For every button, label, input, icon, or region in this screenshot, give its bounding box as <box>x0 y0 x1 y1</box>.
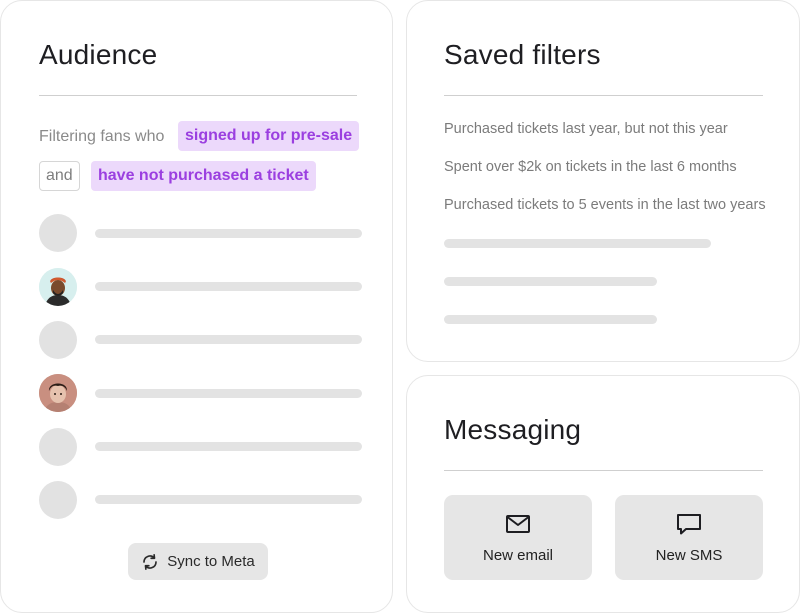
audience-divider <box>39 95 357 96</box>
avatar-placeholder <box>39 214 77 252</box>
skeleton-line <box>95 335 362 344</box>
skeleton-line <box>95 495 362 504</box>
saved-filter-item[interactable]: Purchased tickets last year, but not thi… <box>444 121 728 137</box>
skeleton-line <box>444 239 711 248</box>
messaging-card: Messaging New email New SMS <box>406 375 800 613</box>
messaging-title: Messaging <box>444 414 582 445</box>
audience-title: Audience <box>39 39 158 70</box>
audience-card: Audience Filtering fans who signed up fo… <box>0 0 393 613</box>
new-email-button[interactable]: New email <box>444 495 592 580</box>
avatar-placeholder <box>39 321 77 359</box>
sync-button-label: Sync to Meta <box>167 553 255 570</box>
sync-to-meta-button[interactable]: Sync to Meta <box>128 543 268 580</box>
saved-filters-divider <box>444 95 763 96</box>
skeleton-line <box>95 282 362 291</box>
skeleton-line <box>444 277 657 286</box>
saved-filter-item[interactable]: Spent over $2k on tickets in the last 6 … <box>444 159 737 175</box>
new-sms-label: New SMS <box>655 547 723 564</box>
skeleton-line <box>444 315 657 324</box>
avatar-photo <box>39 374 77 412</box>
saved-filter-item[interactable]: Purchased tickets to 5 events in the las… <box>444 197 766 213</box>
avatar <box>39 374 77 412</box>
chat-bubble-icon <box>677 514 701 535</box>
saved-filters-title: Saved filters <box>444 39 601 70</box>
avatar <box>39 268 77 306</box>
mail-icon <box>506 515 530 533</box>
filter-chip-not-purchased[interactable]: have not purchased a ticket <box>91 161 316 191</box>
messaging-divider <box>444 470 763 471</box>
conjunction-and[interactable]: and <box>39 161 80 191</box>
skeleton-line <box>95 389 362 398</box>
filter-chip-presale[interactable]: signed up for pre-sale <box>178 121 360 151</box>
new-sms-button[interactable]: New SMS <box>615 495 763 580</box>
saved-filters-card: Saved filters Purchased tickets last yea… <box>406 0 800 362</box>
sync-icon <box>143 553 158 570</box>
skeleton-line <box>95 442 362 451</box>
avatar-placeholder <box>39 428 77 466</box>
avatar-placeholder <box>39 481 77 519</box>
filter-prefix-text: Filtering fans who <box>39 128 165 145</box>
skeleton-line <box>95 229 362 238</box>
new-email-label: New email <box>482 547 554 564</box>
avatar-photo <box>39 268 77 306</box>
